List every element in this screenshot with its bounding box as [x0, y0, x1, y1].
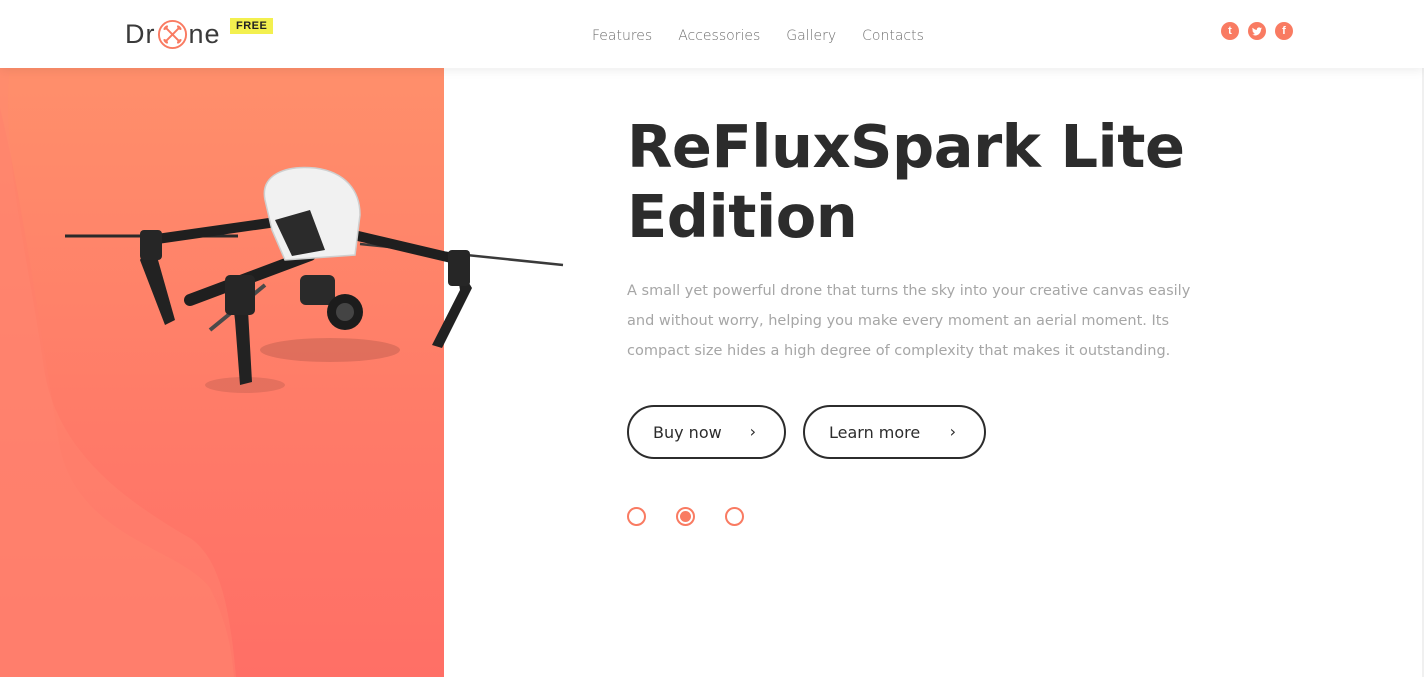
- free-badge: FREE: [230, 18, 274, 34]
- buy-now-label: Buy now: [653, 422, 722, 442]
- hero-title: ReFluxSpark Lite Edition: [627, 112, 1185, 251]
- chevron-right-icon: ›: [949, 422, 956, 441]
- buy-now-button[interactable]: Buy now ›: [627, 405, 786, 459]
- twitter-bird-glyph: [1252, 26, 1262, 35]
- chevron-right-icon: ›: [749, 422, 756, 441]
- drone-image: [65, 166, 564, 393]
- tumblr-icon[interactable]: t: [1221, 22, 1239, 40]
- drone-logo-icon: [157, 19, 187, 49]
- social-links: t f: [1221, 22, 1293, 40]
- main-nav: Features Accessories Gallery Contacts: [592, 27, 924, 45]
- logo-text-suffix: ne: [188, 18, 221, 49]
- site-header: Dr ne FREE Features Accessories Gallery …: [0, 0, 1424, 68]
- nav-accessories[interactable]: Accessories: [678, 27, 760, 45]
- learn-more-label: Learn more: [829, 422, 921, 442]
- nav-gallery[interactable]: Gallery: [786, 27, 836, 45]
- twitter-icon[interactable]: [1248, 22, 1266, 40]
- nav-features[interactable]: Features: [592, 27, 652, 45]
- slider-dot-2[interactable]: [676, 507, 695, 526]
- slider-dot-3[interactable]: [725, 507, 744, 526]
- learn-more-button[interactable]: Learn more ›: [803, 405, 986, 459]
- logo[interactable]: Dr ne FREE: [125, 17, 274, 51]
- logo-text-prefix: Dr: [125, 18, 156, 49]
- slider-dot-1[interactable]: [627, 507, 646, 526]
- nav-contacts[interactable]: Contacts: [862, 27, 924, 45]
- slider-pagination: [627, 507, 744, 526]
- hero-description: A small yet powerful drone that turns th…: [627, 283, 1191, 359]
- facebook-icon[interactable]: f: [1275, 22, 1293, 40]
